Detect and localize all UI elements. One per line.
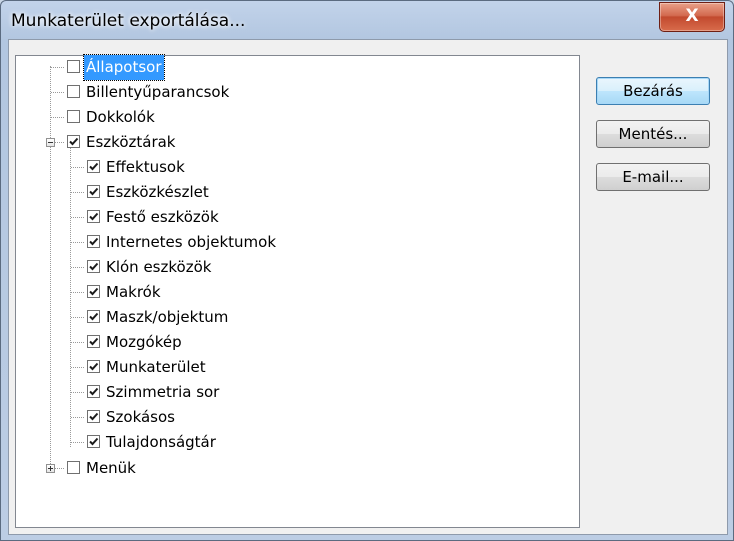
tree-item-label: Festő eszközök [106, 208, 219, 226]
tree-item-label: Tulajdonságtár [106, 433, 216, 451]
tree-guide-line [71, 367, 84, 368]
tree-item-label: Szimmetria sor [106, 383, 220, 401]
tree-item-label: Dokkolók [86, 108, 155, 126]
tree-item-menuk[interactable]: Menük [16, 456, 576, 481]
tree-guide-line [51, 67, 64, 68]
tree-item-internetes-objektumok[interactable]: Internetes objektumok [16, 230, 576, 255]
tree-item-tulajdonsagtar[interactable]: Tulajdonságtár [16, 430, 576, 455]
tree-item-label: Munkaterület [106, 358, 206, 376]
tree-item-label: Effektusok [106, 158, 185, 176]
workspace-tree[interactable]: Állapotsor Billentyűparancsok Dokkolók E… [15, 54, 580, 528]
tree-item-checkbox[interactable] [87, 435, 100, 448]
email-button[interactable]: E-mail... [596, 163, 710, 191]
tree-item-label: Menük [86, 459, 136, 477]
export-workspace-dialog: Munkaterület exportálása... X Állapotsor… [0, 0, 734, 541]
tree-item-eszkoztarak[interactable]: Eszköztárak [16, 130, 576, 155]
tree-item-checkbox[interactable] [87, 160, 100, 173]
dialog-body: Állapotsor Billentyűparancsok Dokkolók E… [8, 39, 728, 535]
save-button[interactable]: Mentés... [596, 120, 710, 148]
tree-item-checkbox[interactable] [87, 260, 100, 273]
close-dialog-button[interactable]: Bezárás [596, 77, 710, 105]
tree-item-checkbox[interactable] [67, 85, 80, 98]
tree-item-label: Eszközkészlet [106, 183, 209, 201]
tree-guide-line [71, 267, 84, 268]
tree-item-checkbox[interactable] [67, 110, 80, 123]
tree-item-checkbox[interactable] [87, 210, 100, 223]
tree-item-billentyuparancsok[interactable]: Billentyűparancsok [16, 80, 576, 105]
tree-item-checkbox[interactable] [67, 60, 80, 73]
tree-item-label: Klón eszközök [106, 258, 212, 276]
tree-item-checkbox[interactable] [87, 385, 100, 398]
tree-guide-line [71, 417, 84, 418]
tree-item-label: Állapotsor [83, 54, 165, 81]
tree-guide-line [71, 167, 84, 168]
tree-item-dokkolok[interactable]: Dokkolók [16, 105, 576, 130]
tree-guide-line [71, 317, 84, 318]
tree-item-checkbox[interactable] [67, 461, 80, 474]
tree-item-label: Makrók [106, 283, 161, 301]
tree-item-szimmetria-sor[interactable]: Szimmetria sor [16, 380, 576, 405]
tree-item-klon-eszkozok[interactable]: Klón eszközök [16, 255, 576, 280]
tree-item-checkbox[interactable] [87, 310, 100, 323]
tree-item-checkbox[interactable] [87, 185, 100, 198]
tree-item-allapotsor[interactable]: Állapotsor [16, 54, 576, 81]
tree-guide-line [71, 442, 84, 443]
tree-item-checkbox[interactable] [87, 235, 100, 248]
tree-item-checkbox[interactable] [87, 335, 100, 348]
title-bar[interactable]: Munkaterület exportálása... X [1, 1, 733, 39]
tree-guide-line [71, 192, 84, 193]
tree-guide-line [71, 292, 84, 293]
tree-item-label: Billentyűparancsok [86, 83, 230, 101]
expand-icon[interactable] [46, 464, 55, 473]
tree-guide-line [71, 392, 84, 393]
tree-item-eszkozkeszlet[interactable]: Eszközkészlet [16, 180, 576, 205]
tree-guide-line [51, 92, 64, 93]
window-close-button[interactable]: X [659, 2, 725, 32]
tree-guide-line [71, 242, 84, 243]
tree-guide-line [51, 117, 64, 118]
tree-item-szokasos[interactable]: Szokásos [16, 405, 576, 430]
tree-item-munkaterulet[interactable]: Munkaterület [16, 355, 576, 380]
collapse-icon[interactable] [46, 138, 55, 147]
tree-item-effektusok[interactable]: Effektusok [16, 155, 576, 180]
tree-guide-line [71, 342, 84, 343]
tree-item-label: Szokásos [106, 408, 175, 426]
tree-item-label: Internetes objektumok [106, 233, 277, 251]
tree-item-mozgokep[interactable]: Mozgókép [16, 330, 576, 355]
tree-item-checkbox[interactable] [87, 410, 100, 423]
tree-item-label: Maszk/objektum [106, 308, 229, 326]
tree-item-label: Eszköztárak [86, 133, 176, 151]
tree-guide-line [71, 217, 84, 218]
tree-item-checkbox[interactable] [67, 135, 80, 148]
dialog-title: Munkaterület exportálása... [11, 11, 246, 31]
tree-item-maszk-objektum[interactable]: Maszk/objektum [16, 305, 576, 330]
tree-item-checkbox[interactable] [87, 360, 100, 373]
tree-item-festo-eszkozok[interactable]: Festő eszközök [16, 205, 576, 230]
close-icon: X [685, 6, 699, 26]
tree-item-checkbox[interactable] [87, 285, 100, 298]
tree-item-makrok[interactable]: Makrók [16, 280, 576, 305]
tree-item-label: Mozgókép [106, 333, 182, 351]
